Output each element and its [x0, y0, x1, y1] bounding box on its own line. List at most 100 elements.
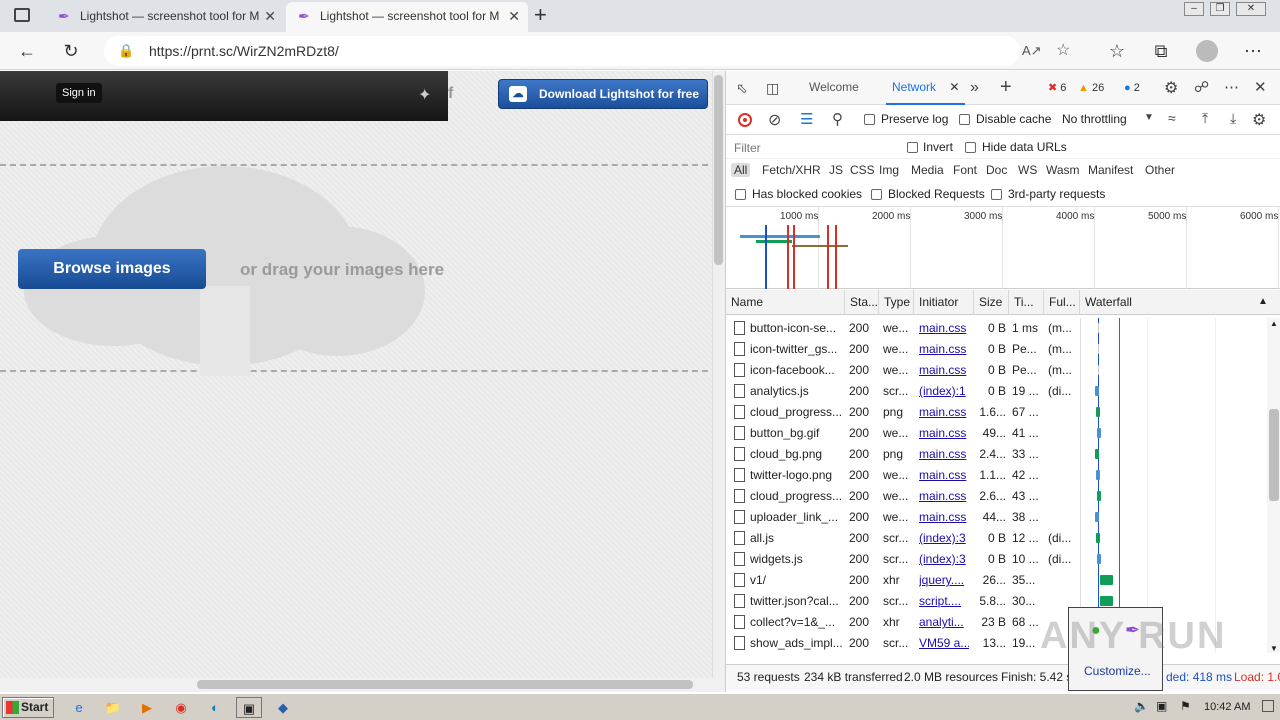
table-row[interactable]: cloud_progress... 200 we... main.css 2.6... 4…: [726, 486, 1267, 507]
cell-initiator[interactable]: analyti...: [919, 612, 969, 633]
page-scroll-thumb[interactable]: [714, 75, 723, 265]
col-type[interactable]: Type: [879, 290, 914, 315]
back-icon[interactable]: ←: [14, 38, 40, 64]
clear-icon[interactable]: ⊘: [768, 110, 781, 130]
filter-type-font[interactable]: Font: [953, 163, 977, 177]
preserve-log-checkbox[interactable]: [864, 114, 875, 125]
new-tab-button[interactable]: +: [534, 2, 547, 28]
filter-type-doc[interactable]: Doc: [986, 163, 1007, 177]
page-hscroll-thumb[interactable]: [197, 680, 693, 689]
add-tab-icon[interactable]: +: [1000, 76, 1012, 99]
cell-initiator[interactable]: (index):3: [919, 528, 969, 549]
tab-welcome[interactable]: Welcome: [809, 71, 859, 105]
col-fulfilled[interactable]: Ful...: [1044, 290, 1080, 315]
volume-icon[interactable]: 🔈: [1134, 699, 1149, 713]
network-request-list[interactable]: button-icon-se... 200 we... main.css 0 B 1 ms…: [726, 318, 1267, 653]
cell-initiator[interactable]: main.css: [919, 318, 969, 339]
cell-initiator[interactable]: (index):1: [919, 381, 969, 402]
explorer-icon[interactable]: 📁: [100, 697, 126, 718]
import-har-icon[interactable]: ⤒: [1202, 110, 1208, 127]
blocked-requests-checkbox[interactable]: [871, 189, 882, 200]
filter-type-js[interactable]: JS: [829, 163, 843, 177]
table-row[interactable]: uploader_link_... 200 we... main.css 44... 38…: [726, 507, 1267, 528]
device-toolbar-icon[interactable]: ◫: [766, 80, 779, 97]
cell-initiator[interactable]: script....: [919, 591, 969, 612]
favorites-icon[interactable]: ☆: [1104, 38, 1130, 64]
warning-count-badge[interactable]: ▲ 26: [1078, 79, 1104, 97]
filter-type-ws[interactable]: WS: [1018, 163, 1037, 177]
profile-avatar[interactable]: [1196, 40, 1218, 62]
refresh-icon[interactable]: ↻: [58, 38, 84, 64]
col-initiator[interactable]: Initiator: [914, 290, 974, 315]
sign-in-button[interactable]: Sign in: [56, 83, 102, 103]
start-button[interactable]: Start: [2, 697, 54, 718]
customize-icon[interactable]: ☍: [1194, 78, 1209, 96]
filter-type-manifest[interactable]: Manifest: [1088, 163, 1133, 177]
has-blocked-cookies-checkbox[interactable]: [735, 189, 746, 200]
filter-type-media[interactable]: Media: [911, 163, 944, 177]
cell-initiator[interactable]: jquery....: [919, 570, 969, 591]
cell-initiator[interactable]: VM59 a...: [919, 633, 969, 653]
record-icon[interactable]: [738, 113, 752, 127]
table-row[interactable]: cloud_bg.png 200 png main.css 2.4... 33 ...: [726, 444, 1267, 465]
download-lightshot-button[interactable]: ☁ Download Lightshot for free: [498, 79, 708, 109]
inspect-element-icon[interactable]: ⬁: [736, 80, 748, 97]
browser-tab-2[interactable]: ✒ Lightshot — screenshot tool for M ✕: [286, 2, 528, 32]
window-app-icon[interactable]: ▣: [236, 697, 262, 718]
chrome-icon[interactable]: ◉: [168, 697, 194, 718]
table-row[interactable]: widgets.js 200 scr... (index):3 0 B 10 ... (di…: [726, 549, 1267, 570]
browse-images-button[interactable]: Browse images: [18, 249, 206, 289]
read-aloud-icon[interactable]: A↗: [1022, 36, 1042, 66]
twitter-icon[interactable]: ✦: [418, 85, 431, 105]
issues-count-badge[interactable]: ● 2: [1124, 79, 1140, 97]
cell-initiator[interactable]: main.css: [919, 444, 969, 465]
cell-initiator[interactable]: main.css: [919, 486, 969, 507]
cell-initiator[interactable]: main.css: [919, 360, 969, 381]
network-conditions-icon[interactable]: ≈: [1168, 110, 1176, 126]
export-har-icon[interactable]: ⤓: [1230, 110, 1236, 127]
filter-icon[interactable]: ☰: [800, 110, 813, 128]
show-desktop-icon[interactable]: [1262, 700, 1274, 712]
throttling-select[interactable]: No throttling: [1062, 112, 1127, 126]
close-tab-icon[interactable]: ✕: [508, 2, 520, 30]
network-tray-icon[interactable]: ▣: [1156, 699, 1167, 713]
invert-checkbox[interactable]: [907, 142, 918, 153]
table-row[interactable]: v1/200 xhr jquery.... 26... 35...: [726, 570, 1267, 591]
network-settings-icon[interactable]: ⚙: [1252, 110, 1266, 130]
scroll-down-icon[interactable]: ▼: [1270, 644, 1278, 653]
app-icon[interactable]: ◆: [270, 697, 296, 718]
cell-initiator[interactable]: main.css: [919, 402, 969, 423]
table-row[interactable]: cloud_progress... 200 png main.css 1.6... 67 …: [726, 402, 1267, 423]
table-row[interactable]: button_bg.gif 200 we... main.css 49... 41 ...: [726, 423, 1267, 444]
more-tabs-icon[interactable]: »: [970, 79, 979, 97]
settings-gear-icon[interactable]: ⚙: [1164, 78, 1178, 98]
ie-icon[interactable]: e: [66, 697, 92, 718]
tab-actions-icon[interactable]: [14, 8, 30, 22]
cell-initiator[interactable]: main.css: [919, 423, 969, 444]
request-list-scroll-thumb[interactable]: [1269, 409, 1279, 501]
filter-type-css[interactable]: CSS: [850, 163, 875, 177]
customize-link[interactable]: Customize...: [1084, 664, 1151, 678]
third-party-checkbox[interactable]: [991, 189, 1002, 200]
filter-input[interactable]: Filter: [734, 141, 894, 155]
cell-initiator[interactable]: main.css: [919, 507, 969, 528]
facebook-icon[interactable]: f: [448, 85, 453, 103]
close-tab-icon[interactable]: ✕: [949, 80, 959, 94]
col-name[interactable]: Name: [726, 290, 845, 315]
scroll-up-icon[interactable]: ▲: [1270, 319, 1278, 328]
tab-network[interactable]: Network ✕: [886, 71, 966, 105]
disable-cache-checkbox[interactable]: [959, 114, 970, 125]
search-icon[interactable]: ⚲: [832, 110, 843, 128]
add-favorite-icon[interactable]: ☆: [1056, 36, 1070, 66]
browser-tab-1[interactable]: ✒ Lightshot — screenshot tool for M ✕: [46, 2, 284, 32]
collections-icon[interactable]: ⧉: [1148, 38, 1174, 64]
table-row[interactable]: all.js 200 scr... (index):3 0 B 12 ... (di...: [726, 528, 1267, 549]
table-row[interactable]: button-icon-se... 200 we... main.css 0 B 1 ms…: [726, 318, 1267, 339]
media-player-icon[interactable]: ▶: [134, 697, 160, 718]
sort-up-icon[interactable]: ▲: [1258, 296, 1268, 307]
filter-type-all[interactable]: All: [731, 163, 751, 177]
more-menu-icon[interactable]: ⋯: [1240, 38, 1266, 64]
filter-type-wasm[interactable]: Wasm: [1046, 163, 1080, 177]
cell-initiator[interactable]: (index):3: [919, 549, 969, 570]
table-row[interactable]: icon-facebook... 200 we... main.css 0 B Pe...…: [726, 360, 1267, 381]
